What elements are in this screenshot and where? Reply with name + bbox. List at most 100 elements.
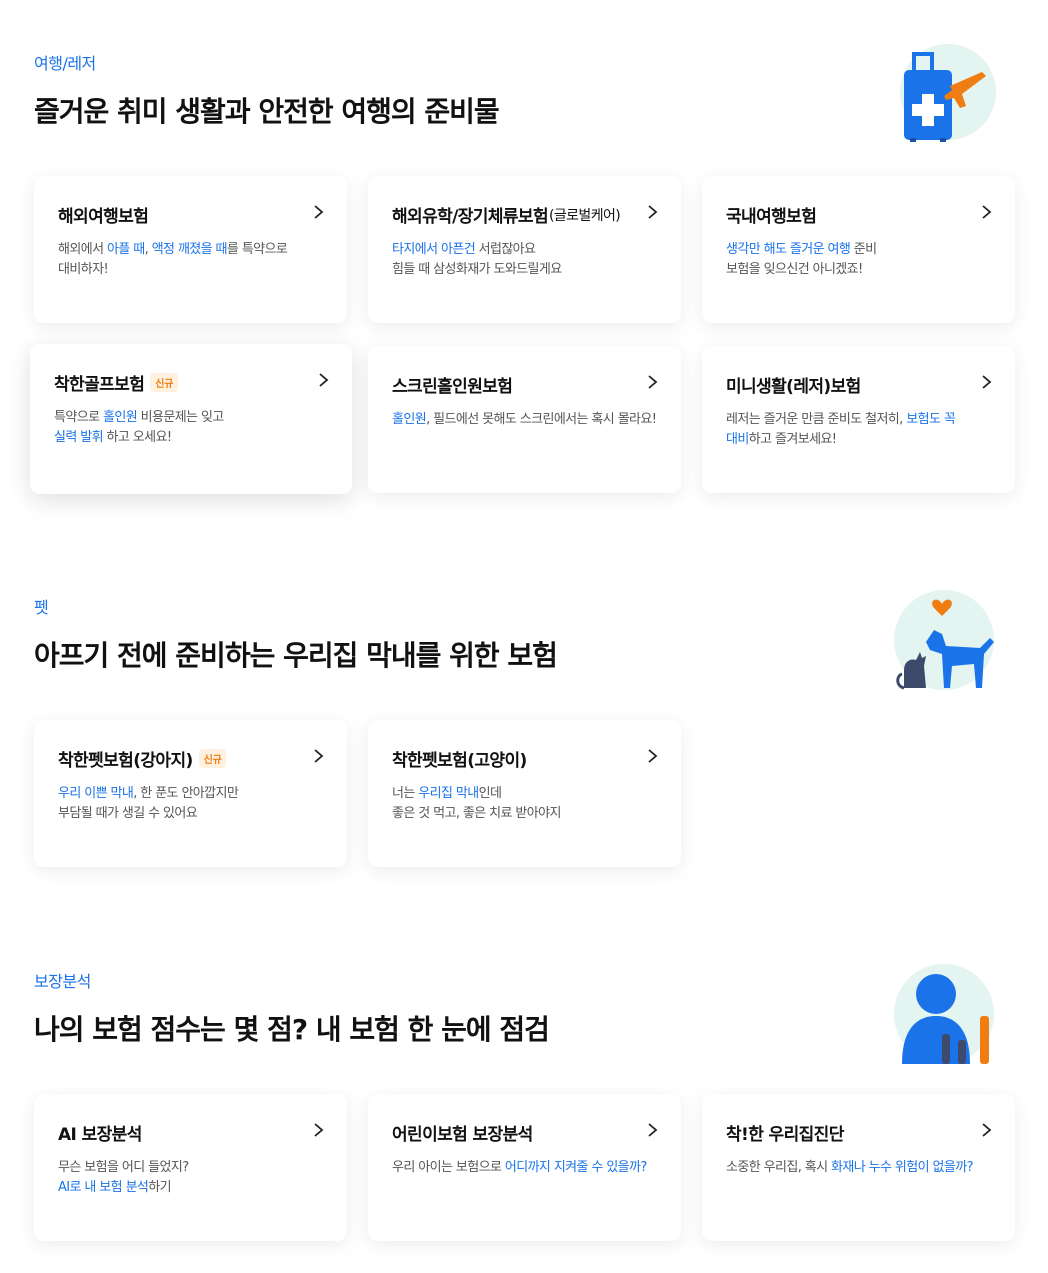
chevron-right-icon [319,373,329,387]
card-ai-analysis[interactable]: AI 보장분석 무슨 보험을 어디 들었지? AI로 내 보험 분석하기 [34,1094,347,1241]
card-child-analysis[interactable]: 어린이보험 보장분석 우리 아이는 보험으로 어디까지 지켜줄 수 있을까? [368,1094,681,1241]
card-title: 국내여행보험 [726,207,817,227]
highlight-text: 보험도 꼭 [906,412,956,427]
card-description-line: 소중한 우리집, 혹시 화재나 누수 위험이 없을까? [726,1158,996,1178]
highlight-text: 실력 발휘 [54,430,104,445]
card-study-abroad[interactable]: 해외유학/장기체류보험 (글로벌케어) 타지에서 아픈건 서럽잖아요힘들 때 삼성… [368,176,681,323]
chevron-right-icon [982,1123,992,1137]
highlight-text: 어디까지 지켜줄 수 있을까? [504,1160,647,1175]
highlight-text: 타지에서 아픈건 [392,242,476,257]
dog-cat-heart-icon [894,590,994,690]
highlight-text: 생각만 해도 즐거운 여행 [726,242,851,257]
new-badge: 신규 [150,373,179,392]
highlight-text: 아플 때 [106,242,145,257]
card-title: 해외유학/장기체류보험 (글로벌케어) [392,202,621,227]
description-text: 준비 [850,242,877,257]
card-title: 착한펫보험(고양이) [392,751,527,771]
chevron-right-icon [648,375,658,389]
card-description: 우리 아이는 보험으로 어디까지 지켜줄 수 있을까? [392,1158,662,1178]
card-description-line: AI로 내 보험 분석하기 [58,1178,328,1198]
description-text: 좋은 것 먹고, 좋은 치료 받아야지 [392,806,561,821]
description-text: 대비하자! [58,262,109,277]
section-tag: 여행/레저 [34,54,96,73]
card-title: 미니생활(레저)보험 [726,377,861,397]
card-description: 무슨 보험을 어디 들었지? AI로 내 보험 분석하기 [58,1158,328,1198]
description-text: 하기 [148,1180,172,1195]
card-golf[interactable]: 착한골프보험 신규 특약으로 홀인원 비용문제는 잊고 실력 발휘 하고 오세요! [30,344,352,494]
highlight-text: 화재나 누수 위험이 없을까? [831,1160,973,1175]
highlight-text: 홀인원 [102,410,138,425]
card-title: 해외여행보험 [58,207,149,227]
chevron-right-icon [314,1123,324,1137]
person-bar-chart-icon [894,964,994,1064]
section-title: 나의 보험 점수는 몇 점? 내 보험 한 눈에 점검 [34,1013,550,1046]
description-text: , 필드에선 못해도 스크린에서는 혹시 몰라요! [426,412,657,427]
card-screen-hole-in-one[interactable]: 스크린홀인원보험 홀인원, 필드에선 못해도 스크린에서는 혹시 몰라요! [368,346,681,493]
chevron-right-icon [982,375,992,389]
description-text: 서럽잖아요 [475,242,536,257]
highlight-text: 우리 이쁜 막내 [58,786,134,801]
description-text: 를 특약으로 [226,242,288,257]
description-text: 힘들 때 삼성화재가 도와드릴게요 [392,262,562,277]
card-description: 해외에서 아플 때, 액정 깨졌을 때를 특약으로 대비하자! [58,240,328,280]
card-description-line: 레저는 즐거운 만큼 준비도 철저히, 보험도 꼭 [726,410,996,430]
chevron-right-icon [648,1123,658,1137]
card-mini-leisure[interactable]: 미니생활(레저)보험 레저는 즐거운 만큼 준비도 철저히, 보험도 꼭 대비하고… [702,346,1015,493]
card-description: 생각만 해도 즐거운 여행 준비보험을 잊으신건 아니겠죠! [726,240,996,280]
card-domestic-travel[interactable]: 국내여행보험 생각만 해도 즐거운 여행 준비보험을 잊으신건 아니겠죠! [702,176,1015,323]
chevron-right-icon [314,205,324,219]
section-tag: 보장분석 [34,972,91,991]
card-title: 착한골프보험 신규 [54,370,179,395]
description-text: 인데 [478,786,502,801]
description-text: , 한 푼도 안아깝지만 [133,786,239,801]
card-description-line: 대비하고 즐겨보세요! [726,430,996,450]
chevron-right-icon [314,749,324,763]
card-description: 타지에서 아픈건 서럽잖아요힘들 때 삼성화재가 도와드릴게요 [392,240,662,280]
description-text: 특약으로 [54,410,103,425]
highlight-text: 대비 [726,432,749,447]
card-description-line: 홀인원, 필드에선 못해도 스크린에서는 혹시 몰라요! [392,410,662,430]
chevron-right-icon [648,205,658,219]
card-description-line: 생각만 해도 즐거운 여행 준비 [726,240,996,260]
card-overseas-travel[interactable]: 해외여행보험 해외에서 아플 때, 액정 깨졌을 때를 특약으로 대비하자! [34,176,347,323]
card-description-line: 좋은 것 먹고, 좋은 치료 받아야지 [392,804,662,824]
highlight-text: AI로 내 보험 분석 [58,1180,149,1195]
card-description-line: 무슨 보험을 어디 들었지? [58,1158,328,1178]
card-description-line: 힘들 때 삼성화재가 도와드릴게요 [392,260,662,280]
description-text: 하고 즐겨보세요! [748,432,837,447]
card-title: 착한펫보험(강아지) 신규 [58,746,227,771]
card-description-line: 너는 우리집 막내인데 [392,784,662,804]
card-description-line: 특약으로 홀인원 비용문제는 잊고 [54,408,324,428]
description-text: 비용문제는 잊고 [137,410,225,425]
card-description: 특약으로 홀인원 비용문제는 잊고 실력 발휘 하고 오세요! [54,408,324,448]
card-title: 어린이보험 보장분석 [392,1125,533,1145]
description-text: , [144,242,152,257]
section-tag: 펫 [34,598,49,617]
card-home-diagnosis[interactable]: 착!한 우리집진단 소중한 우리집, 혹시 화재나 누수 위험이 없을까? [702,1094,1015,1241]
card-description-line: 우리 아이는 보험으로 어디까지 지켜줄 수 있을까? [392,1158,662,1178]
card-pet-dog[interactable]: 착한펫보험(강아지) 신규 우리 이쁜 막내, 한 푼도 안아깝지만부담될 때가 … [34,720,347,867]
description-text: 우리 아이는 보험으로 [392,1160,505,1175]
card-subtitle: (글로벌케어) [549,207,621,224]
description-text: 레저는 즐거운 만큼 준비도 철저히, [726,412,907,427]
card-description-line: 부담될 때가 생길 수 있어요 [58,804,328,824]
description-text: 너는 [392,786,419,801]
highlight-text: 우리집 막내 [418,786,479,801]
description-text: 부담될 때가 생길 수 있어요 [58,806,198,821]
description-text: 하고 오세요! [102,430,173,445]
description-text: 보험을 잊으신건 아니겠죠! [726,262,863,277]
card-description: 홀인원, 필드에선 못해도 스크린에서는 혹시 몰라요! [392,410,662,430]
card-pet-cat[interactable]: 착한펫보험(고양이) 너는 우리집 막내인데좋은 것 먹고, 좋은 치료 받아야… [368,720,681,867]
section-title: 즐거운 취미 생활과 안전한 여행의 준비물 [34,95,500,128]
card-description: 레저는 즐거운 만큼 준비도 철저히, 보험도 꼭 대비하고 즐겨보세요! [726,410,996,450]
card-description-line: 우리 이쁜 막내, 한 푼도 안아깝지만 [58,784,328,804]
card-description-line: 실력 발휘 하고 오세요! [54,428,324,448]
card-description-line: 타지에서 아픈건 서럽잖아요 [392,240,662,260]
description-text: 무슨 보험을 어디 들었지? [58,1160,189,1175]
section-title: 아프기 전에 준비하는 우리집 막내를 위한 보험 [34,639,558,672]
chevron-right-icon [982,205,992,219]
card-description: 너는 우리집 막내인데좋은 것 먹고, 좋은 치료 받아야지 [392,784,662,824]
card-description-line: 대비하자! [58,260,328,280]
card-title: AI 보장분석 [58,1125,142,1145]
card-title: 스크린홀인원보험 [392,377,513,397]
